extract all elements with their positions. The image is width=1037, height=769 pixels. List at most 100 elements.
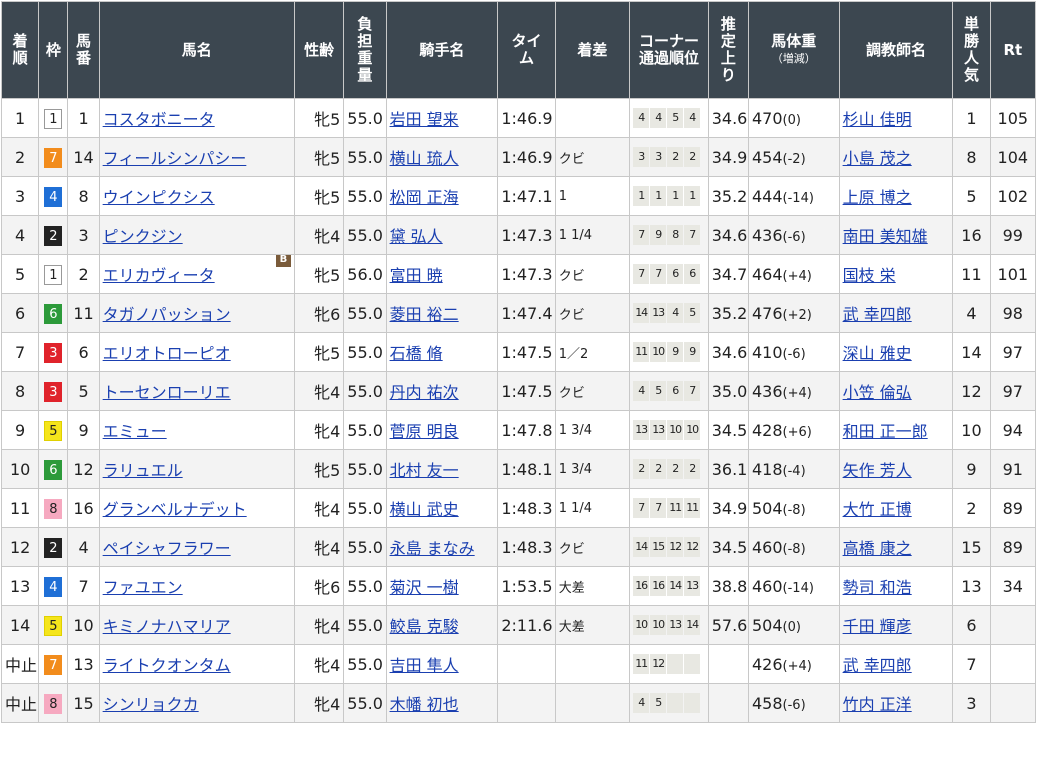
waku-cell: 3 <box>38 371 69 411</box>
horse-name-link[interactable]: フィールシンパシー <box>103 149 247 168</box>
horse-name-link[interactable]: ファユエン <box>103 578 183 597</box>
rank-cell: 3 <box>0 176 40 216</box>
jockey-name-link[interactable]: 木幡 初也 <box>390 695 459 714</box>
trainer-name-link[interactable]: 深山 雅史 <box>843 344 912 363</box>
horse-name-link[interactable]: ペイシャフラワー <box>103 539 231 558</box>
jockey-name-link[interactable]: 松岡 正海 <box>390 188 459 207</box>
horse-name-link[interactable]: エミュー <box>103 422 167 441</box>
sexage-cell: 牝5 <box>293 254 345 294</box>
trainer-name-link[interactable]: 千田 輝彦 <box>843 617 912 636</box>
horse-name-link[interactable]: エリカヴィータ <box>103 266 215 285</box>
waku-badge: 1 <box>44 264 63 285</box>
trainer-name-link[interactable]: 上原 博之 <box>843 188 912 207</box>
jockey-cell: 丹内 祐次 <box>385 371 499 411</box>
trainer-name-link[interactable]: 武 幸四郎 <box>843 656 912 675</box>
sexage-cell: 牝4 <box>293 605 345 645</box>
jockey-name-link[interactable]: 菊沢 一樹 <box>390 578 459 597</box>
horse-name-link[interactable]: エリオトローピオ <box>103 344 231 363</box>
jockey-name-link[interactable]: 岩田 望来 <box>390 110 459 129</box>
time-cell: 1:47.8 <box>497 410 556 450</box>
last3f-cell: 35.2 <box>707 176 749 216</box>
trainer-name-link[interactable]: 和田 正一郎 <box>843 422 928 441</box>
waku-badge: 5 <box>44 615 63 636</box>
time-cell: 1:46.9 <box>497 137 556 177</box>
jockey-name-link[interactable]: 横山 武史 <box>390 500 459 519</box>
rt-cell: 99 <box>989 215 1037 255</box>
jockey-name-link[interactable]: 永島 まなみ <box>390 539 475 558</box>
rt-cell <box>989 644 1037 684</box>
jockey-cell: 北村 友一 <box>385 449 499 489</box>
horse-cell: ペイシャフラワー <box>98 527 295 567</box>
trainer-name-link[interactable]: 南田 美知雄 <box>843 227 928 246</box>
corner-position: 9 <box>650 225 667 245</box>
waku-cell: 6 <box>38 293 69 333</box>
jockey-name-link[interactable]: 丹内 祐次 <box>390 383 459 402</box>
header-umaban: 馬番 <box>67 1 100 99</box>
waku-badge: 4 <box>44 186 63 207</box>
jockey-name-link[interactable]: 富田 暁 <box>390 266 443 285</box>
horse-name-link[interactable]: グランベルナデット <box>103 500 247 519</box>
margin-cell: 1／2 <box>554 332 631 372</box>
weight-cell: 55.0 <box>343 683 387 723</box>
horse-cell: フィールシンパシー <box>98 137 295 177</box>
waku-cell: 5 <box>38 410 69 450</box>
umaban-cell: 7 <box>67 566 100 606</box>
rt-cell: 89 <box>989 527 1037 567</box>
corner-position: 14 <box>684 615 701 635</box>
jockey-name-link[interactable]: 石橋 脩 <box>390 344 443 363</box>
corner-position: 6 <box>667 381 684 401</box>
trainer-name-link[interactable]: 勢司 和浩 <box>843 578 912 597</box>
corner-position: 9 <box>667 342 684 362</box>
corner-position <box>667 654 684 674</box>
waku-cell: 5 <box>38 605 69 645</box>
weight-cell: 55.0 <box>343 644 387 684</box>
sexage-cell: 牝5 <box>293 137 345 177</box>
bodyweight-diff: (+4) <box>782 658 812 674</box>
waku-badge: 3 <box>44 342 63 363</box>
table-row: 12 2 4 ペイシャフラワー 牝4 55.0 永島 まなみ 1:48.3 クビ 14 15 12 12… <box>0 527 1037 567</box>
horse-name-link[interactable]: キミノナハマリア <box>103 617 231 636</box>
horse-name-link[interactable]: ウインピクシス <box>103 188 215 207</box>
bodyweight-value: 410 <box>751 342 783 362</box>
trainer-cell: 武 幸四郎 <box>838 644 954 684</box>
corner-position: 16 <box>633 576 650 596</box>
horse-name-link[interactable]: ラリュエル <box>103 461 183 480</box>
trainer-name-link[interactable]: 矢作 芳人 <box>843 461 912 480</box>
sexage-cell: 牝4 <box>293 644 345 684</box>
trainer-name-link[interactable]: 竹内 正洋 <box>843 695 912 714</box>
popularity-cell: 14 <box>952 332 991 372</box>
horse-name-link[interactable]: ライトクオンタム <box>103 656 231 675</box>
jockey-name-link[interactable]: 菱田 裕二 <box>390 305 459 324</box>
horse-name-link[interactable]: コスタボニータ <box>103 110 215 129</box>
jockey-name-link[interactable]: 吉田 隼人 <box>390 656 459 675</box>
bodyweight-value: 444 <box>751 186 783 206</box>
trainer-name-link[interactable]: 大竹 正博 <box>843 500 912 519</box>
bodyweight-cell: 454(-2) <box>747 137 840 177</box>
table-row: 6 6 11 タガノパッション 牝6 55.0 菱田 裕二 1:47.4 クビ 14 13 4 5 35.… <box>0 293 1037 333</box>
trainer-name-link[interactable]: 杉山 佳明 <box>843 110 912 129</box>
horse-name-link[interactable]: ピンクジン <box>103 227 183 246</box>
corner-position: 12 <box>667 537 684 557</box>
horse-name-link[interactable]: シンリョクカ <box>103 695 199 714</box>
trainer-name-link[interactable]: 小笠 倫弘 <box>843 383 912 402</box>
trainer-name-link[interactable]: 小島 茂之 <box>843 149 912 168</box>
jockey-name-link[interactable]: 北村 友一 <box>390 461 459 480</box>
horse-name-link[interactable]: トーセンローリエ <box>103 383 231 402</box>
trainer-cell: 和田 正一郎 <box>838 410 954 450</box>
jockey-name-link[interactable]: 菅原 明良 <box>390 422 459 441</box>
jockey-name-link[interactable]: 横山 琉人 <box>390 149 459 168</box>
jockey-name-link[interactable]: 鮫島 克駿 <box>390 617 459 636</box>
horse-name-link[interactable]: タガノパッション <box>103 305 231 324</box>
trainer-name-link[interactable]: 国枝 栄 <box>843 266 896 285</box>
trainer-name-link[interactable]: 高橋 康之 <box>843 539 912 558</box>
last3f-cell: 57.6 <box>707 605 749 645</box>
waku-badge: 8 <box>44 498 63 519</box>
popularity-cell: 1 <box>952 98 991 138</box>
trainer-name-link[interactable]: 武 幸四郎 <box>843 305 912 324</box>
jockey-name-link[interactable]: 黛 弘人 <box>390 227 443 246</box>
corner-position: 6 <box>684 264 701 284</box>
jockey-cell: 菅原 明良 <box>385 410 499 450</box>
header-rt: Rt <box>989 1 1037 99</box>
corner-cell: 45 <box>629 683 709 723</box>
time-cell: 1:53.5 <box>497 566 556 606</box>
